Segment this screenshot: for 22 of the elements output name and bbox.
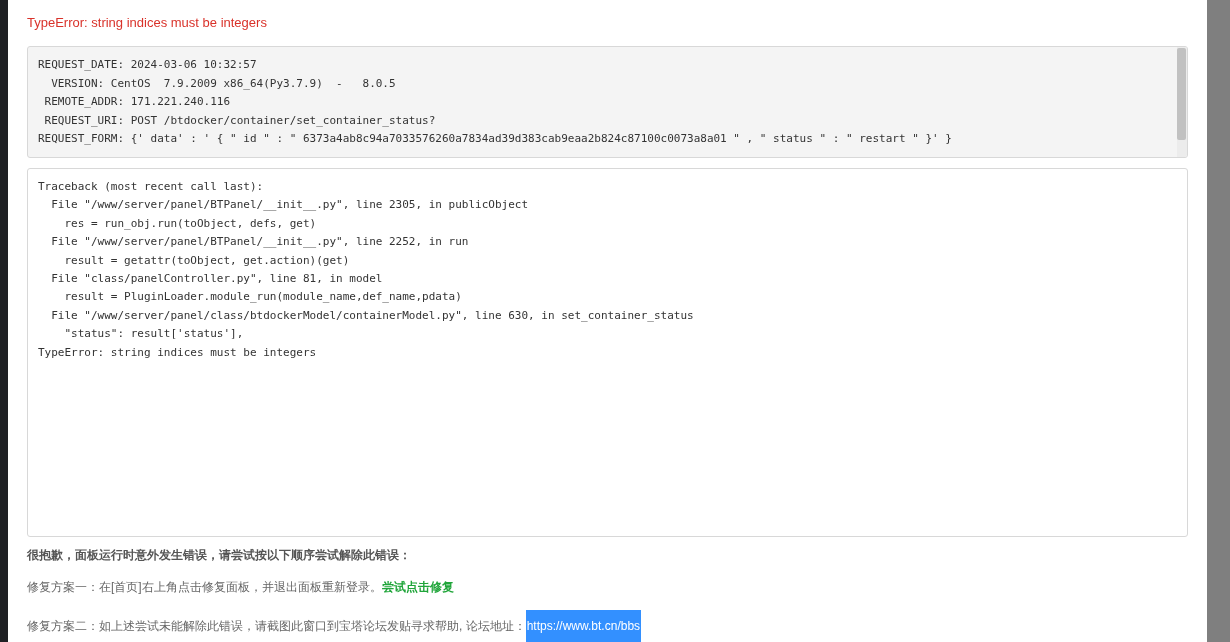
fix-text: 修复方案二：如上述尝试未能解除此错误，请截图此窗口到宝塔论坛发贴寻求帮助, 论坛地址：: [27, 618, 526, 635]
repair-link[interactable]: 尝试点击修复: [381, 578, 454, 596]
traceback-line: File "/www/server/panel/BTPanel/__init__.py", line 2305, in publicObject: [50, 197, 529, 214]
traceback-line: File "class/panelController.py", line 81, in model: [50, 271, 383, 288]
scrollbar-thumb[interactable]: [1177, 48, 1186, 140]
fix-text: 修复方案一：在[首页]右上角点击修复面板，并退出面板重新登录。: [27, 579, 382, 596]
request-info-line: REMOTE_ADDR: 171.221.240.116: [43, 94, 231, 110]
traceback-line: File "/www/server/panel/class/btdockerModel/containerModel.py", line 630, in set_container_status: [50, 307, 694, 324]
request-info-line: REQUEST_FORM: {' data' : ' { " id " : " 6373a4ab8c94a7033576260a7834ad39d383cab9eaa2b824c87100c0073a8a01 " , " status " : " restart " }' }: [38, 131, 952, 147]
request-info-line: REQUEST_URI: POST /btdocker/container/set_container_status?: [43, 112, 436, 129]
apology-text: 很抱歉，面板运行时意外发生错误，请尝试按以下顺序尝试解除此错误：: [27, 547, 411, 564]
request-info-line: VERSION: CentOS 7.9.2009 x86_64(Py3.7.9) - 8.0.5: [50, 75, 396, 92]
traceback-line: result = getattr(toObject, get.action)(get): [63, 252, 350, 269]
traceback-line: res = run_obj.run(toObject, defs, get): [63, 215, 317, 232]
forum-link[interactable]: https://www.bt.cn/bbs: [525, 610, 642, 642]
traceback-line: TypeError: string indices must be integers: [38, 344, 317, 361]
request-info-line: REQUEST_DATE: 2024-03-06 10:32:57: [38, 57, 257, 73]
traceback-line: "status": result['status'],: [63, 326, 244, 343]
traceback-line: Traceback (most recent call last):: [38, 179, 264, 195]
error-title: TypeError: string indices must be integers: [27, 14, 267, 32]
traceback-line: File "/www/server/panel/BTPanel/__init__.py", line 2252, in run: [50, 234, 469, 251]
traceback-line: result = PluginLoader.module_run(module_name,def_name,pdata): [63, 289, 462, 306]
